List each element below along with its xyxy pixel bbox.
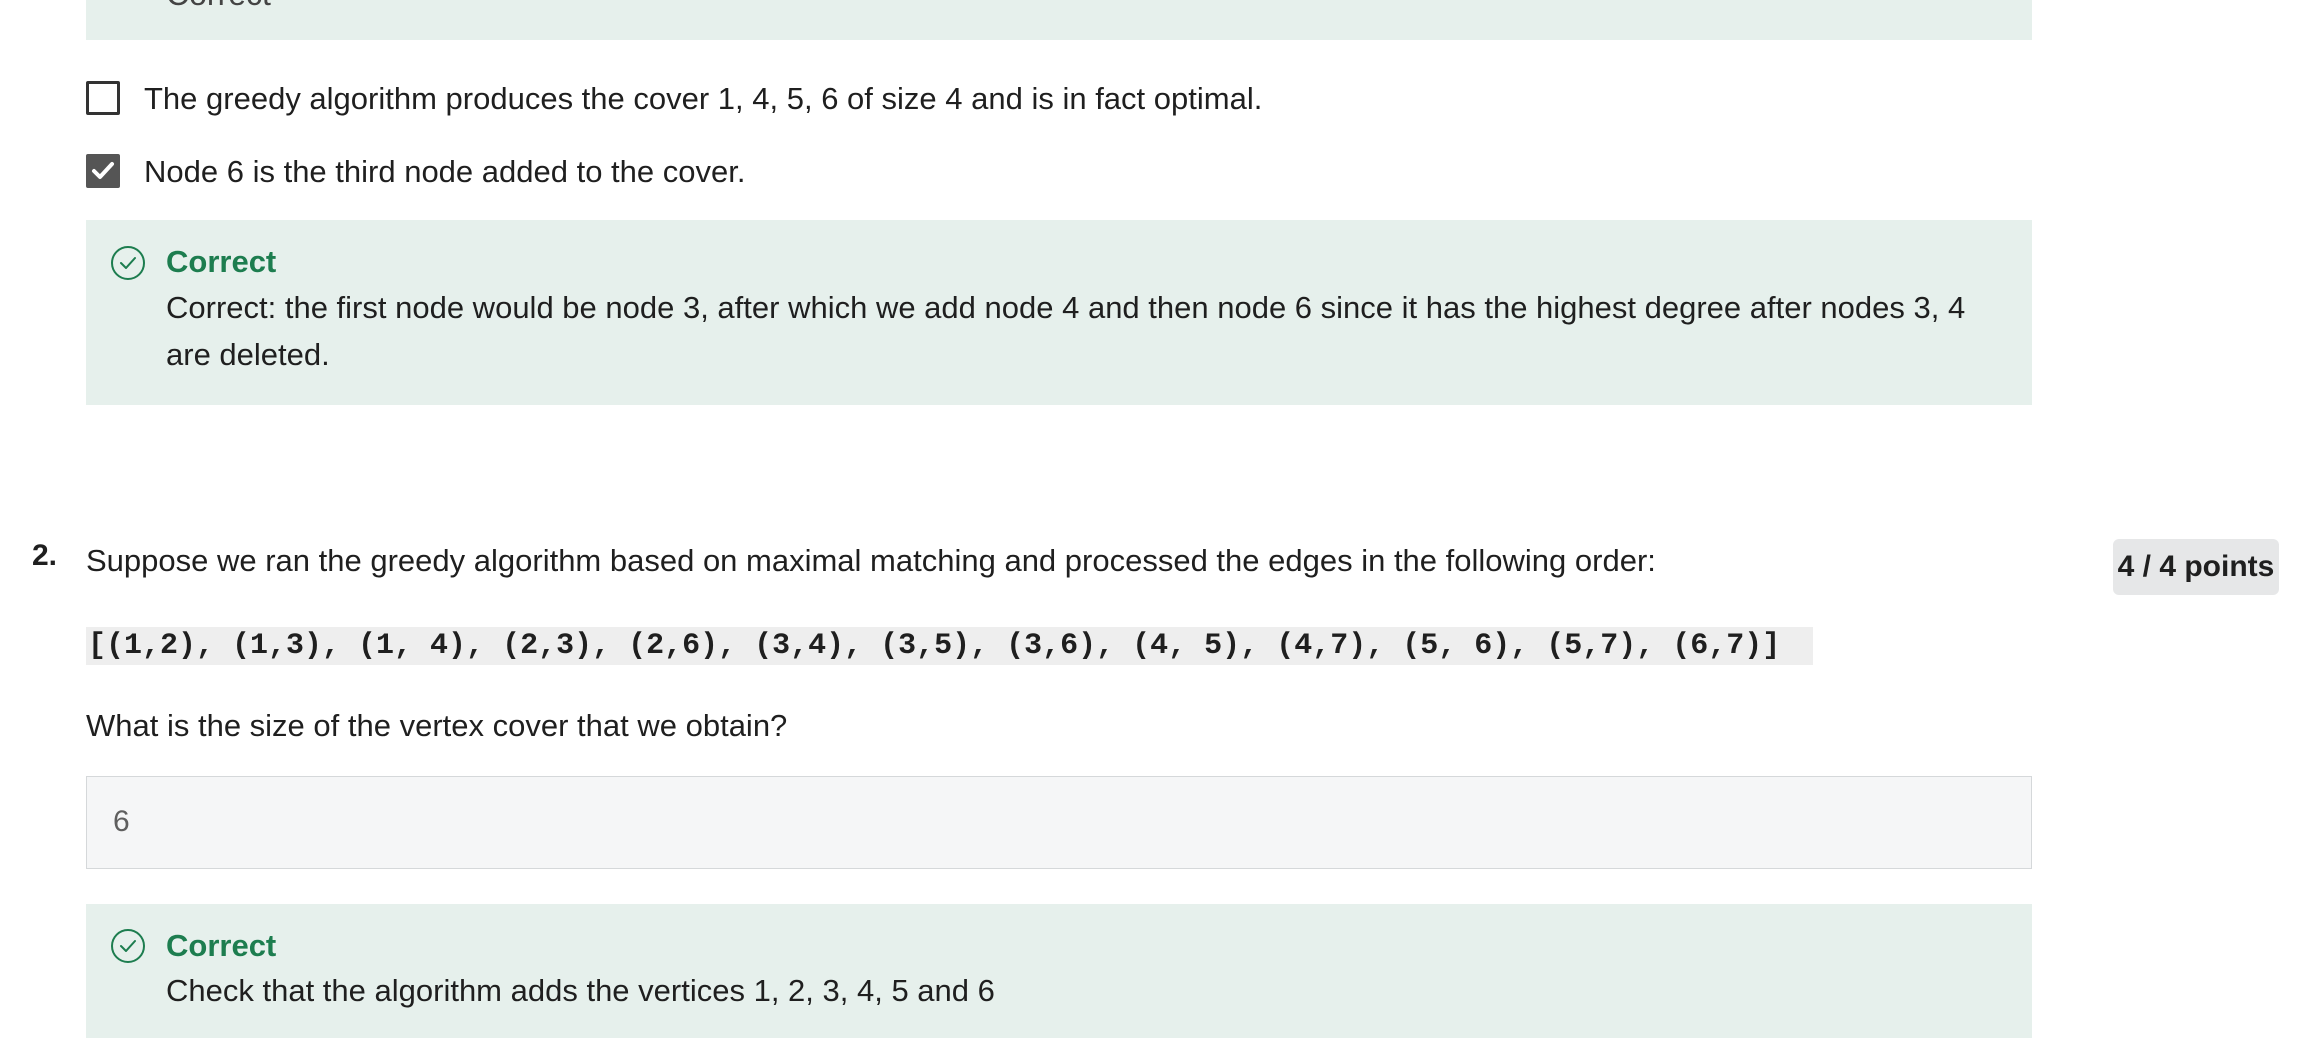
edge-order-code: [(1,2), (1,3), (1, 4), (2,3), (2,6), (3,…	[86, 627, 1813, 665]
q1-previous-feedback: Correct	[86, 0, 2032, 40]
option-checkbox-checked[interactable]	[86, 154, 120, 188]
feedback-title: Correct	[166, 244, 277, 279]
option-node6-third[interactable]: Node 6 is the third node added to the co…	[86, 154, 886, 194]
q1-feedback: Correct Correct: the first node would be…	[86, 220, 2032, 405]
option-label: Node 6 is the third node added to the co…	[144, 154, 746, 189]
previous-feedback-title: Correct	[166, 0, 271, 10]
check-circle-icon	[111, 929, 145, 963]
answer-input[interactable]: 6	[86, 776, 2032, 869]
q2-feedback: Correct Check that the algorithm adds th…	[86, 904, 2032, 1038]
feedback-body: Check that the algorithm adds the vertic…	[166, 973, 995, 1008]
checkmark-icon	[92, 162, 114, 179]
points-badge: 4 / 4 points	[2113, 539, 2279, 595]
question-text: Suppose we ran the greedy algorithm base…	[86, 543, 1656, 578]
question-number: 2.	[32, 539, 58, 572]
option-checkbox-unchecked[interactable]	[86, 81, 120, 115]
answer-value: 6	[113, 805, 130, 838]
check-circle-icon	[111, 246, 145, 280]
option-label: The greedy algorithm produces the cover …	[144, 81, 1263, 116]
feedback-title: Correct	[166, 928, 277, 963]
feedback-body: Correct: the first node would be node 3,…	[166, 290, 1966, 372]
question-prompt: What is the size of the vertex cover tha…	[86, 708, 788, 743]
option-greedy-optimal[interactable]: The greedy algorithm produces the cover …	[86, 81, 1286, 121]
